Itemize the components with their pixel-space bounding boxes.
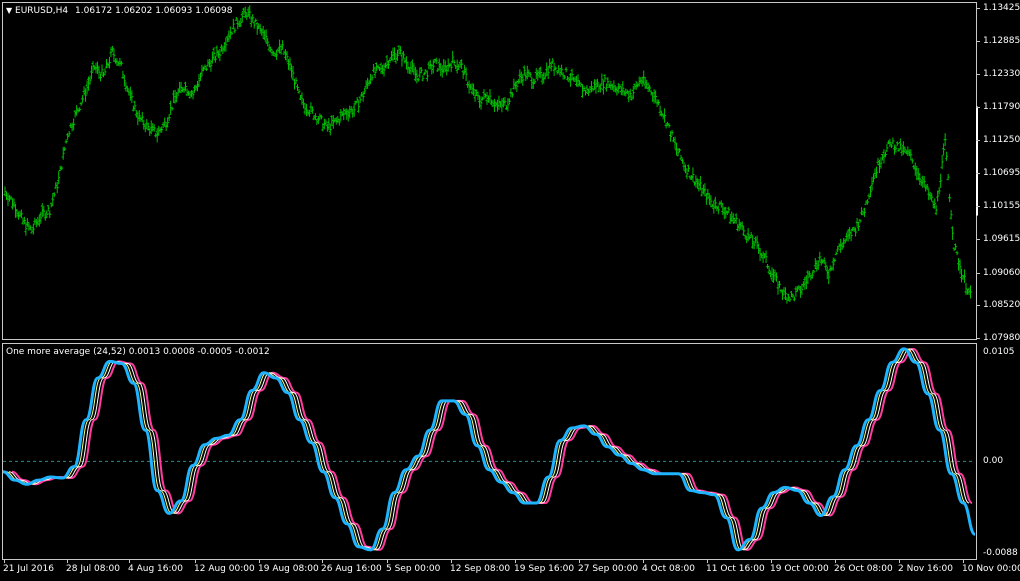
price-tick: [976, 40, 980, 42]
chart-canvas: [2, 5, 978, 552]
indicator-label: One more average (24,52) 0.0013 0.0008 -…: [6, 347, 270, 357]
price-tick: [976, 74, 980, 76]
indicator-scale-label: 0.0105: [983, 347, 1015, 357]
price-label: 1.09615: [983, 233, 1020, 244]
time-label: 21 Jul 2016: [3, 564, 54, 574]
chart-window[interactable]: ▼ EURUSD,H4 1.06172 1.06202 1.06093 1.06…: [0, 0, 1020, 581]
time-label: 19 Sep 16:00: [514, 564, 575, 574]
time-tick: [129, 559, 130, 563]
time-tick: [579, 559, 580, 563]
time-tick: [515, 559, 516, 563]
ohlc-values: 1.06172 1.06202 1.06093 1.06098: [75, 6, 233, 16]
price-tick: [976, 338, 980, 339]
time-label: 5 Sep 00:00: [386, 564, 441, 574]
price-tick: [976, 173, 980, 175]
indicator-scale-label: 0.00: [983, 456, 1004, 467]
time-tick: [451, 559, 452, 563]
time-label: 19 Oct 00:00: [770, 564, 829, 574]
price-label: 1.12330: [983, 69, 1020, 80]
time-tick: [259, 559, 260, 563]
time-label: 4 Aug 16:00: [128, 564, 183, 574]
time-label: 27 Sep 00:00: [578, 564, 639, 574]
time-label: 4 Oct 08:00: [642, 564, 695, 574]
time-label: 26 Oct 08:00: [834, 564, 893, 574]
time-label: 11 Oct 16:00: [706, 564, 765, 574]
time-label: 26 Aug 16:00: [321, 564, 382, 574]
time-tick: [322, 559, 323, 563]
price-label: 1.13425: [983, 3, 1020, 13]
time-tick: [195, 559, 196, 563]
time-tick: [899, 559, 900, 563]
price-tick: [976, 305, 980, 307]
indicator-scale-label: -0.0088: [983, 548, 1018, 558]
price-tick: [976, 8, 980, 9]
time-tick: [4, 559, 5, 563]
time-label: 28 Jul 08:00: [66, 564, 120, 574]
price-label: 1.12885: [983, 35, 1020, 46]
price-tick: [976, 206, 980, 208]
price-label: 1.11250: [983, 134, 1020, 145]
time-tick: [643, 559, 644, 563]
price-tick: [976, 139, 980, 141]
price-label: 1.07980: [983, 333, 1020, 343]
time-label: 10 Nov 00:00: [962, 564, 1020, 574]
time-label: 2 Nov 16:00: [898, 564, 953, 574]
dropdown-triangle-icon[interactable]: ▼: [6, 6, 12, 15]
time-tick: [835, 559, 836, 563]
symbol-header: ▼ EURUSD,H4 1.06172 1.06202 1.06093 1.06…: [6, 5, 232, 17]
time-tick: [67, 559, 68, 563]
time-label: 12 Aug 00:00: [194, 564, 255, 574]
current-price-marker: [976, 106, 978, 216]
price-label: 1.10695: [983, 168, 1020, 179]
time-label: 19 Aug 08:00: [258, 564, 319, 574]
time-label: 12 Sep 08:00: [450, 564, 511, 574]
time-tick: [963, 559, 964, 563]
time-tick: [771, 559, 772, 563]
price-label: 1.09060: [983, 267, 1020, 278]
price-tick: [976, 107, 980, 109]
symbol-label: EURUSD,H4: [15, 6, 69, 16]
price-label: 1.10155: [983, 201, 1020, 212]
time-tick: [387, 559, 388, 563]
price-tick: [976, 238, 980, 240]
price-tick: [976, 272, 980, 274]
price-label: 1.08520: [983, 300, 1020, 311]
price-label: 1.11790: [983, 102, 1020, 113]
time-tick: [707, 559, 708, 563]
